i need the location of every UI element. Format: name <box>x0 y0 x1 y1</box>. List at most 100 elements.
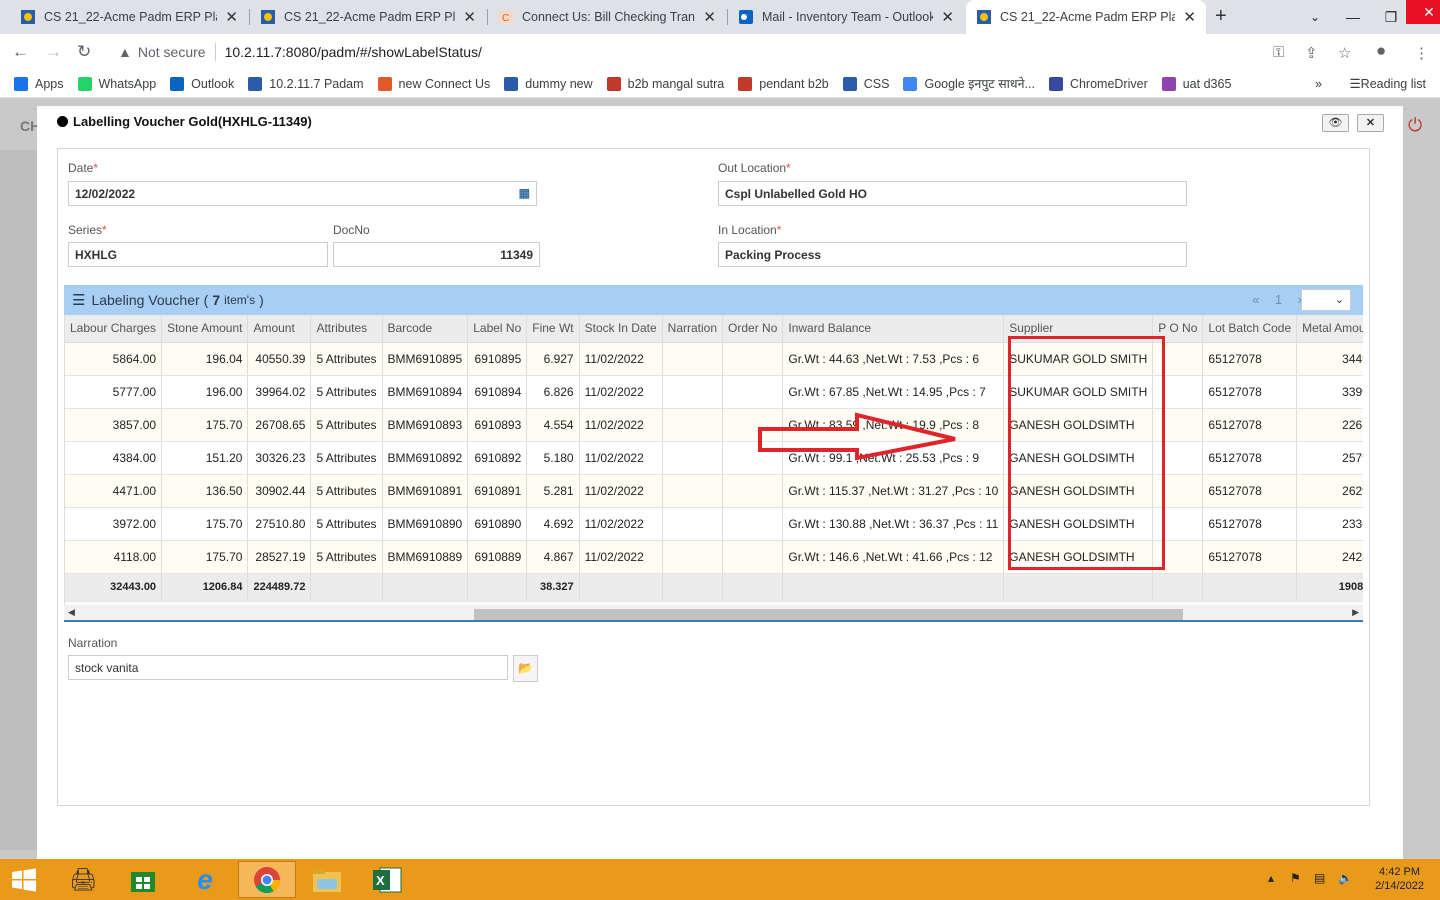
column-header[interactable]: Lot Batch Code <box>1202 315 1298 343</box>
horizontal-scrollbar[interactable]: ◀ ▶ <box>64 605 1363 622</box>
address-bar[interactable]: ▲ Not secure 10.2.11.7:8080/padm/#/showL… <box>110 38 1300 66</box>
reload-icon[interactable]: ↻ <box>77 42 91 62</box>
in-location-field[interactable]: Packing Process <box>718 242 1187 267</box>
warning-icon[interactable]: ▲ <box>118 44 132 60</box>
browser-tab[interactable]: C Connect Us: Bill Checking Transa ✕ <box>488 0 726 34</box>
clock[interactable]: 4:42 PM 2/14/2022 <box>1375 865 1424 893</box>
column-header[interactable]: Stock In Date <box>579 315 663 343</box>
taskbar-excel[interactable]: X <box>358 861 416 898</box>
network-icon[interactable]: ▤ <box>1314 871 1325 885</box>
view-eye-button[interactable]: 👁 <box>1322 114 1349 132</box>
column-header[interactable]: Amount <box>247 315 312 343</box>
scroll-left-icon[interactable]: ◀ <box>68 607 75 618</box>
column-header[interactable]: Order No <box>722 315 784 343</box>
more-bookmarks-icon[interactable]: » <box>1315 77 1322 91</box>
key-icon[interactable]: ⚿ <box>1273 44 1284 61</box>
browser-tab[interactable]: Mail - Inventory Team - Outlook ✕ <box>728 0 964 34</box>
bookmark-item[interactable]: Google इनपुट साधने... <box>903 75 1035 92</box>
close-tab-icon[interactable]: ✕ <box>225 8 238 26</box>
bookmark-item[interactable]: 10.2.11.7 Padam <box>248 76 364 91</box>
table-cell: 6910891 <box>467 474 528 508</box>
bookmark-item[interactable]: new Connect Us <box>377 76 490 91</box>
calendar-icon[interactable]: ▦ <box>519 186 530 200</box>
bookmark-item[interactable]: Apps <box>14 76 64 91</box>
table-row[interactable]: 5864.00 196.04 40550.39 5 Attributes BMM6910… <box>65 342 1363 376</box>
new-tab-icon[interactable]: + <box>1215 5 1227 28</box>
bookmark-label: CSS <box>863 76 890 91</box>
close-tab-icon[interactable]: ✕ <box>463 8 476 26</box>
browser-tab[interactable]: CS 21_22-Acme Padm ERP Platfo ✕ <box>250 0 486 34</box>
browser-tab[interactable]: CS 21_22-Acme Padm ERP Platfo ✕ <box>10 0 248 34</box>
taskbar-store[interactable] <box>114 861 172 898</box>
volume-icon[interactable]: 🔈 <box>1338 871 1353 885</box>
table-row[interactable]: 3857.00 175.70 26708.65 5 Attributes BMM6910… <box>65 408 1363 442</box>
close-tab-icon[interactable]: ✕ <box>1183 8 1196 26</box>
date-label: Date* <box>68 161 99 175</box>
column-header[interactable]: Label No <box>467 315 528 343</box>
column-header[interactable]: Metal Amount <box>1296 315 1363 343</box>
profile-avatar-icon[interactable]: ● <box>1376 41 1386 61</box>
column-header[interactable]: Labour Charges <box>65 315 163 343</box>
narration-field[interactable]: stock vanita <box>68 655 508 680</box>
column-header[interactable]: Fine Wt <box>526 315 580 343</box>
table-row[interactable]: 4471.00 136.50 30902.44 5 Attributes BMM6910… <box>65 474 1363 508</box>
out-location-field[interactable]: Cspl Unlabelled Gold HO <box>718 181 1187 206</box>
taskbar-explorer[interactable] <box>298 861 356 898</box>
date-field[interactable]: 12/02/2022 ▦ <box>68 181 537 206</box>
column-header[interactable]: Inward Balance <box>782 315 1005 343</box>
bookmark-item[interactable]: ChromeDriver <box>1048 76 1148 91</box>
bookmarks-bar: Apps WhatsApp Outlook 10.2.11.7 Padam new Co… <box>0 70 1440 98</box>
supplier-highlight-box <box>1008 336 1165 570</box>
table-row[interactable]: 5777.00 196.00 39964.02 5 Attributes BMM6910… <box>65 375 1363 409</box>
bookmark-item[interactable]: WhatsApp <box>77 76 156 91</box>
taskbar-chrome[interactable] <box>238 861 296 898</box>
window-close-icon[interactable]: ✕ <box>1406 0 1440 24</box>
browser-tab-active[interactable]: CS 21_22-Acme Padm ERP Platfo ✕ <box>966 0 1206 34</box>
column-header[interactable]: Attributes <box>310 315 383 343</box>
back-icon[interactable]: ← <box>12 42 29 62</box>
bookmark-item[interactable]: CSS <box>842 76 890 91</box>
table-row[interactable]: 4118.00 175.70 28527.19 5 Attributes BMM6910… <box>65 540 1363 574</box>
table-row[interactable]: 3972.00 175.70 27510.80 5 Attributes BMM6910… <box>65 507 1363 541</box>
padam-icon <box>842 76 857 91</box>
power-icon[interactable]: ⏻ <box>1408 115 1422 136</box>
flag-icon[interactable]: ⚑ <box>1290 871 1301 885</box>
d365-icon <box>1161 76 1176 91</box>
url-text[interactable]: 10.2.11.7:8080/padm/#/showLabelStatus/ <box>225 44 482 60</box>
folder-open-button[interactable]: 📂 <box>513 655 538 682</box>
docno-field[interactable]: 11349 <box>333 242 540 267</box>
security-label[interactable]: Not secure <box>138 44 206 60</box>
bookmark-item[interactable]: uat d365 <box>1161 76 1231 91</box>
bookmark-item[interactable]: dummy new <box>504 76 593 91</box>
reading-list-button[interactable]: ☰ Reading list <box>1349 76 1426 92</box>
restore-icon[interactable]: ❐ <box>1376 9 1406 26</box>
share-icon[interactable]: ⇪ <box>1305 44 1318 62</box>
bookmark-item[interactable]: b2b mangal sutra <box>606 76 724 91</box>
column-header[interactable]: Narration <box>662 315 724 343</box>
table-cell <box>722 507 784 541</box>
table-cell: 11/02/2022 <box>579 474 663 508</box>
menu-kebab-icon[interactable]: ⋮ <box>1414 44 1429 62</box>
page-vertical-scrollbar[interactable] <box>1404 186 1440 806</box>
start-button[interactable] <box>0 861 48 898</box>
table-cell: 65127078 <box>1202 408 1298 442</box>
column-header[interactable]: Stone Amount <box>161 315 249 343</box>
column-header[interactable]: Barcode <box>382 315 469 343</box>
forward-icon[interactable]: → <box>45 42 62 62</box>
close-tab-icon[interactable]: ✕ <box>941 8 954 26</box>
page-size-select[interactable]: ⌄ <box>1301 289 1351 311</box>
scroll-right-icon[interactable]: ▶ <box>1352 607 1359 618</box>
scrollbar-thumb[interactable] <box>474 609 1183 620</box>
bookmark-item[interactable]: Outlook <box>170 76 234 91</box>
taskbar-printer[interactable]: 🖨 <box>54 861 112 898</box>
modal-close-button[interactable]: ✕ <box>1357 114 1384 132</box>
taskbar-ie[interactable]: e <box>176 861 234 898</box>
bookmark-item[interactable]: pendant b2b <box>738 76 829 91</box>
close-tab-icon[interactable]: ✕ <box>703 8 716 26</box>
table-row[interactable]: 4384.00 151.20 30326.23 5 Attributes BMM6910… <box>65 441 1363 475</box>
tray-expand-icon[interactable]: ▴ <box>1268 871 1274 885</box>
tab-search-icon[interactable]: ⌄ <box>1300 10 1330 24</box>
minimize-icon[interactable]: — <box>1330 9 1376 25</box>
bookmark-star-icon[interactable]: ☆ <box>1338 44 1351 62</box>
series-field[interactable]: HXHLG <box>68 242 328 267</box>
